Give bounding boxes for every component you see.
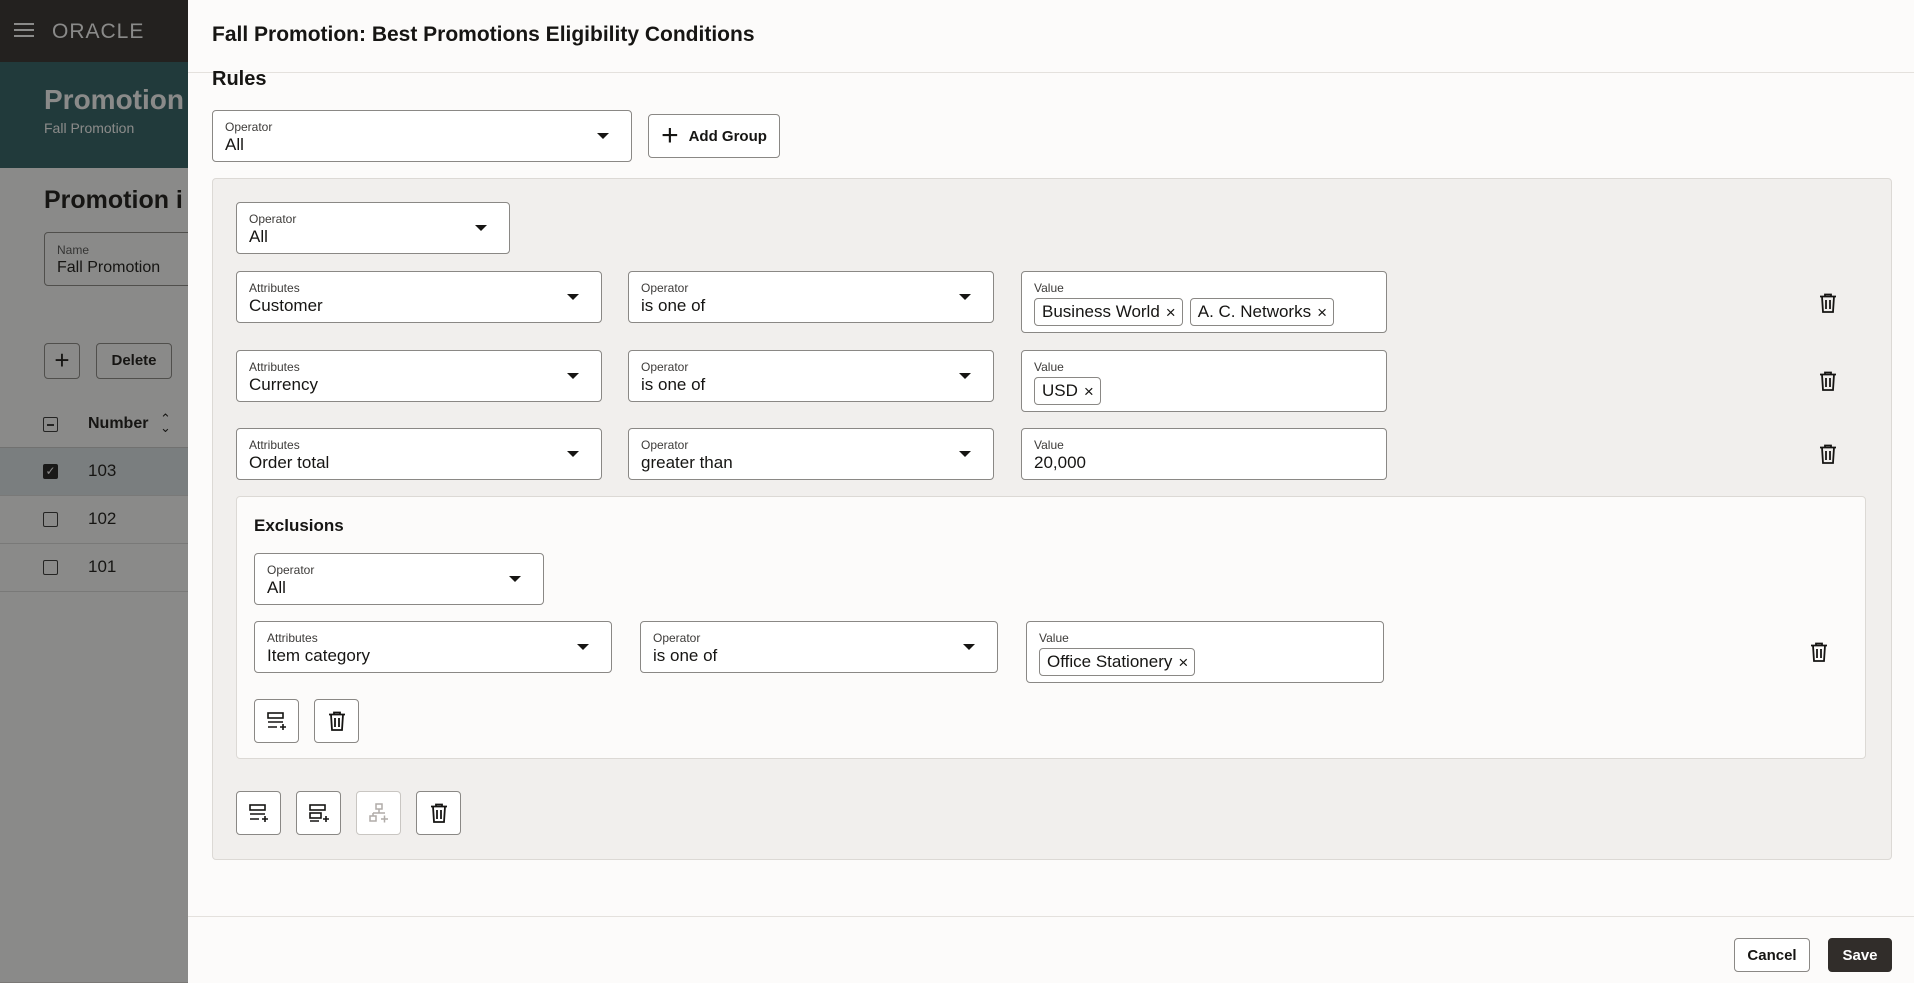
field-label: Attributes (249, 438, 300, 452)
add-subgroup-button[interactable] (356, 791, 401, 835)
field-value: greater than (641, 453, 733, 472)
field-label: Operator (653, 631, 701, 645)
delete-exclusions-button[interactable] (314, 699, 359, 743)
add-exclusion-condition-button[interactable] (254, 699, 299, 743)
close-icon[interactable]: × (1178, 654, 1188, 671)
field-label: Value (1034, 360, 1064, 374)
field-label: Operator (641, 281, 689, 295)
close-icon[interactable]: × (1166, 304, 1176, 321)
field-value: All (225, 135, 244, 154)
delete-group-button[interactable] (416, 791, 461, 835)
eligibility-drawer: Fall Promotion: Best Promotions Eligibil… (188, 0, 1914, 983)
chevron-down-icon (577, 644, 589, 650)
add-condition-icon (266, 710, 288, 732)
value-chip: USD × (1034, 377, 1101, 405)
value-chip: A. C. Networks × (1189, 298, 1335, 326)
field-value: All (249, 227, 268, 246)
exclusion-attribute-select[interactable]: Attributes Item category (254, 621, 612, 673)
condition-value-input[interactable]: Value 20,000 (1021, 428, 1387, 480)
field-value: Currency (249, 375, 318, 394)
chevron-down-icon (597, 133, 609, 139)
trash-icon[interactable] (1818, 292, 1838, 314)
field-value: Customer (249, 296, 323, 315)
drawer-footer (188, 916, 1914, 983)
field-value: is one of (641, 296, 706, 315)
field-value: Order total (249, 453, 330, 472)
exclusion-value-field[interactable]: Value Office Stationery × (1026, 621, 1384, 683)
chevron-down-icon (959, 373, 971, 379)
chevron-down-icon (959, 451, 971, 457)
condition-operator-select[interactable]: Operator is one of (628, 350, 994, 402)
field-value: All (267, 578, 286, 597)
chevron-down-icon (567, 294, 579, 300)
chevron-down-icon (959, 294, 971, 300)
add-condition-button[interactable] (236, 791, 281, 835)
field-value: 20,000 (1034, 453, 1086, 472)
trash-icon[interactable] (1818, 443, 1838, 465)
condition-operator-select[interactable]: Operator greater than (628, 428, 994, 480)
field-label: Operator (641, 360, 689, 374)
add-group-button[interactable]: + Add Group (648, 114, 780, 158)
rules-title: Rules (212, 68, 267, 90)
field-label: Attributes (267, 631, 318, 645)
add-group-label: Add Group (688, 127, 767, 145)
exclusion-operator-select[interactable]: Operator All (254, 553, 544, 605)
condition-value-field[interactable]: Value Business World × A. C. Networks × (1021, 271, 1387, 333)
group-operator-select[interactable]: Operator All (236, 202, 510, 254)
field-label: Operator (225, 120, 273, 134)
add-subgroup-icon (368, 802, 390, 824)
exclusions-title: Exclusions (254, 516, 344, 535)
plus-icon: + (661, 119, 679, 152)
field-label: Attributes (249, 281, 300, 295)
condition-attribute-select[interactable]: Attributes Currency (236, 350, 602, 402)
value-chip: Business World × (1034, 298, 1183, 326)
condition-attribute-select[interactable]: Attributes Customer (236, 271, 602, 323)
cancel-button[interactable]: Cancel (1734, 938, 1810, 972)
field-value: is one of (641, 375, 706, 394)
add-exclusion-icon (308, 802, 330, 824)
condition-operator-select[interactable]: Operator is one of (628, 271, 994, 323)
field-label: Operator (249, 212, 297, 226)
value-chip: Office Stationery × (1039, 648, 1196, 676)
chevron-down-icon (567, 373, 579, 379)
chevron-down-icon (509, 576, 521, 582)
add-condition-icon (248, 802, 270, 824)
chevron-down-icon (475, 225, 487, 231)
exclusion-operator-value-select[interactable]: Operator is one of (640, 621, 998, 673)
condition-value-field[interactable]: Value USD × (1021, 350, 1387, 412)
close-icon[interactable]: × (1084, 383, 1094, 400)
field-label: Value (1034, 281, 1064, 295)
close-icon[interactable]: × (1317, 304, 1327, 321)
field-value: is one of (653, 646, 718, 665)
field-label: Operator (641, 438, 689, 452)
drawer-header: Fall Promotion: Best Promotions Eligibil… (188, 0, 1914, 73)
field-label: Attributes (249, 360, 300, 374)
chevron-down-icon (963, 644, 975, 650)
top-operator-select[interactable]: Operator All (212, 110, 632, 162)
drawer-title: Fall Promotion: Best Promotions Eligibil… (212, 23, 755, 46)
add-exclusion-button[interactable] (296, 791, 341, 835)
field-label: Value (1039, 631, 1069, 645)
trash-icon (429, 802, 449, 824)
trash-icon (327, 710, 347, 732)
chevron-down-icon (567, 451, 579, 457)
field-label: Operator (267, 563, 315, 577)
trash-icon[interactable] (1818, 370, 1838, 392)
condition-attribute-select[interactable]: Attributes Order total (236, 428, 602, 480)
field-label: Value (1034, 438, 1064, 452)
field-value: Item category (267, 646, 370, 665)
trash-icon[interactable] (1809, 641, 1829, 663)
save-button[interactable]: Save (1828, 938, 1892, 972)
